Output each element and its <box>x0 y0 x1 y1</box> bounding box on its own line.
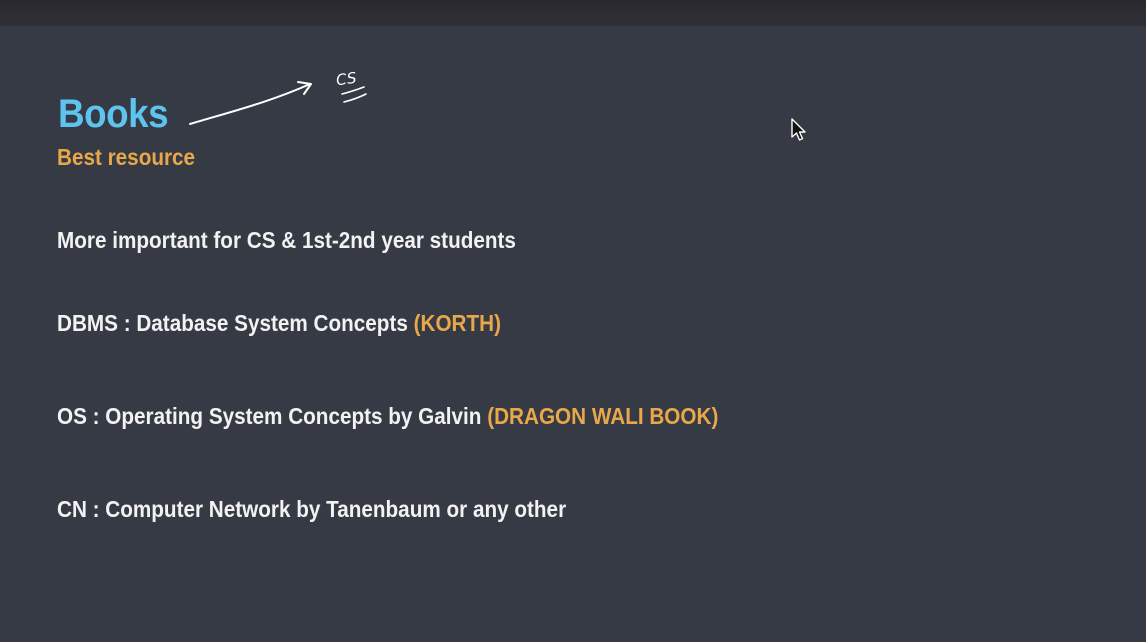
line-highlight: (DRAGON WALI BOOK) <box>487 403 719 429</box>
slide-line-dbms: DBMS : Database System Concepts (KORTH) <box>57 310 501 337</box>
line-text: CN : Computer Network by Tanenbaum or an… <box>57 496 567 522</box>
line-text: More important for CS & 1st-2nd year stu… <box>57 227 516 253</box>
hand-drawn-arrow-icon: CS <box>189 69 367 125</box>
line-text: DBMS : Database System Concepts <box>57 310 414 336</box>
slide-line-importance: More important for CS & 1st-2nd year stu… <box>57 227 516 254</box>
slide-line-cn: CN : Computer Network by Tanenbaum or an… <box>57 496 566 523</box>
slide-title: Books <box>58 92 169 136</box>
slide-subtitle: Best resource <box>57 144 196 170</box>
annotation-text: CS <box>335 69 358 90</box>
mouse-pointer-icon <box>791 118 806 141</box>
window-top-bar <box>0 0 1146 26</box>
presentation-slide: Books Best resource More important for C… <box>0 26 1146 642</box>
line-highlight: (KORTH) <box>413 310 501 336</box>
slide-line-os: OS : Operating System Concepts by Galvin… <box>57 403 718 430</box>
line-text: OS : Operating System Concepts by Galvin <box>57 403 488 429</box>
